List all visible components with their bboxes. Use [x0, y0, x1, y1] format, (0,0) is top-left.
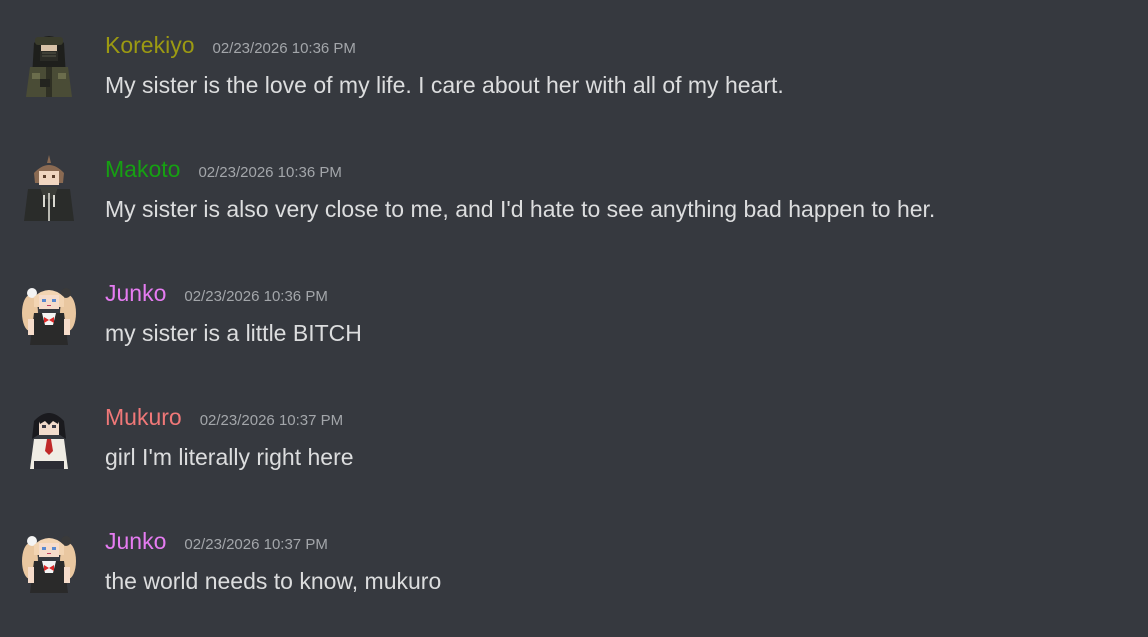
mukuro-avatar-icon[interactable] — [20, 403, 78, 473]
message-header: Mukuro 02/23/2026 10:37 PM — [105, 403, 343, 431]
timestamp: 02/23/2026 10:36 PM — [198, 164, 342, 181]
timestamp: 02/23/2026 10:37 PM — [199, 412, 344, 429]
message-header: Junko 02/23/2026 10:37 PM — [105, 527, 328, 555]
username[interactable]: Makoto — [105, 155, 180, 183]
username[interactable]: Mukuro — [105, 403, 182, 431]
junko-avatar-icon[interactable] — [20, 279, 78, 349]
chat-message: Junko 02/23/2026 10:36 PM my sister is a… — [0, 279, 1148, 389]
korekiyo-avatar-icon[interactable] — [20, 31, 78, 101]
message-content: My sister is also very close to me, and … — [105, 196, 936, 222]
username[interactable]: Junko — [105, 279, 166, 307]
chat-log: Korekiyo 02/23/2026 10:36 PM My sister i… — [0, 0, 1148, 620]
chat-message: Makoto 02/23/2026 10:36 PM My sister is … — [0, 155, 1148, 265]
username[interactable]: Junko — [105, 527, 166, 555]
message-content: my sister is a little BITCH — [105, 320, 362, 346]
chat-message: Junko 02/23/2026 10:37 PM the world need… — [0, 527, 1148, 637]
message-header: Makoto 02/23/2026 10:36 PM — [105, 155, 342, 183]
message-header: Junko 02/23/2026 10:36 PM — [105, 279, 328, 307]
timestamp: 02/23/2026 10:36 PM — [184, 288, 328, 305]
junko-avatar-icon[interactable] — [20, 527, 78, 597]
username[interactable]: Korekiyo — [105, 31, 194, 59]
message-content: My sister is the love of my life. I care… — [105, 72, 784, 98]
makoto-avatar-icon[interactable] — [20, 155, 78, 225]
chat-message: Mukuro 02/23/2026 10:37 PM girl I'm lite… — [0, 403, 1148, 513]
timestamp: 02/23/2026 10:37 PM — [184, 536, 328, 553]
message-content: the world needs to know, mukuro — [105, 568, 442, 594]
message-content: girl I'm literally right here — [105, 444, 354, 470]
timestamp: 02/23/2026 10:36 PM — [212, 40, 356, 57]
chat-message: Korekiyo 02/23/2026 10:36 PM My sister i… — [0, 31, 1148, 141]
message-header: Korekiyo 02/23/2026 10:36 PM — [105, 31, 356, 59]
